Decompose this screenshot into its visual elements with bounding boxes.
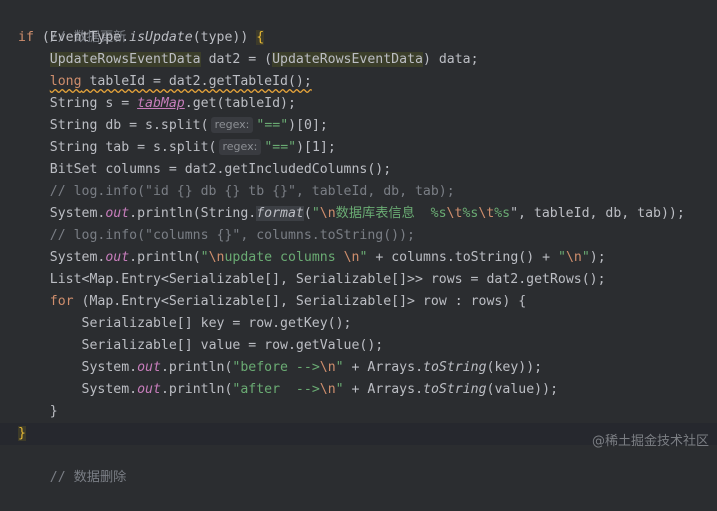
field-link[interactable]: tabMap: [137, 96, 185, 111]
code-line-14: for (Map.Entry<Serializable[], Serializa…: [49, 294, 527, 309]
comment: // 数据删除: [49, 470, 127, 485]
code-line-19: }: [0, 401, 717, 423]
code-line-11: // log.info("columns {}", columns.toStri…: [0, 225, 717, 247]
code-line-6: String db = s.split(regex: "==")[0];: [49, 117, 328, 133]
keyword-for: for: [49, 294, 74, 309]
warning-squiggle: long tableId = dat2.getTableId();: [49, 74, 312, 89]
brace-open: {: [256, 30, 265, 45]
comment: // log.info("columns {}", columns.toStri…: [49, 228, 415, 243]
param-hint: regex:: [218, 139, 262, 155]
code-line-15: Serializable[] key = row.getKey();: [81, 316, 352, 331]
code-editor[interactable]: // 数据更新 if (EventType.isUpdate(type)) { …: [0, 0, 717, 485]
code-line-8: BitSet columns = dat2.getIncludedColumns…: [49, 162, 392, 177]
brace-close: }: [49, 404, 58, 419]
watermark: @稀土掘金技术社区: [591, 434, 709, 449]
comment: // log.info("id {} db {} tb {}", tableId…: [49, 184, 455, 199]
type-ref: UpdateRowsEventData: [49, 52, 201, 67]
code-line-16: Serializable[] value = row.getValue();: [81, 338, 384, 353]
code-line-5: String s = tabMap.get(tableId);: [49, 96, 296, 111]
keyword-if: if: [18, 30, 34, 45]
code-line-13: List<Map.Entry<Serializable[], Serializa…: [49, 272, 606, 287]
type-ref: UpdateRowsEventData: [272, 52, 423, 67]
code-line-7: String tab = s.split(regex: "==")[1];: [49, 139, 336, 155]
method-call: format: [256, 206, 304, 221]
code-line-12: System.out.println("\nupdate columns \n"…: [49, 250, 606, 265]
code-line-10: System.out.println(String.format("\n数据库表…: [49, 206, 685, 221]
code-line-9: // log.info("id {} db {} tb {}", tableId…: [0, 181, 717, 203]
code-line-1: // 数据更新: [0, 5, 717, 45]
param-hint: regex:: [210, 117, 254, 133]
code-line-3: UpdateRowsEventData dat2 = (UpdateRowsEv…: [49, 52, 479, 67]
code-line-4: long tableId = dat2.getTableId();: [0, 71, 717, 93]
method-call: isUpdate: [129, 30, 193, 45]
code-line-2: if (EventType.isUpdate(type)) {: [18, 30, 265, 45]
code-line-18: System.out.println("after -->\n" + Array…: [81, 382, 559, 397]
code-line-17: System.out.println("before -->\n" + Arra…: [81, 360, 543, 375]
brace-close-match: }: [18, 426, 26, 441]
